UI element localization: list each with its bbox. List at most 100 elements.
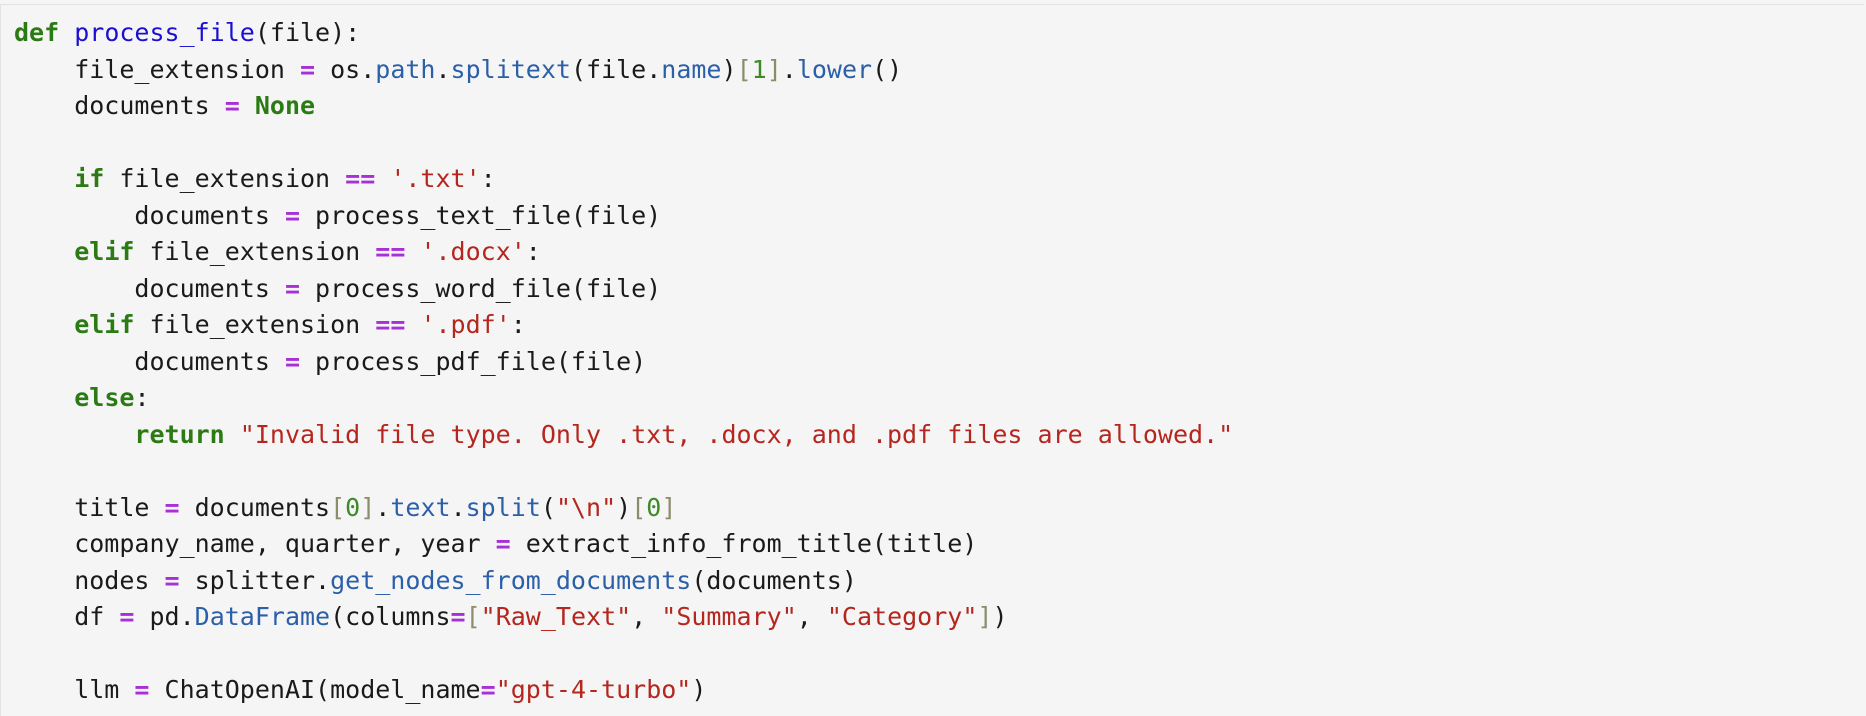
code-token: '.docx' xyxy=(420,237,526,266)
code-token: "Invalid file type. Only .txt, .docx, an… xyxy=(239,419,1234,449)
code-token: (documents) xyxy=(691,565,857,595)
code-token: "Raw_Text" xyxy=(480,602,632,631)
code-line: documents = process_word_file(file) xyxy=(14,271,1233,308)
code-token: [ xyxy=(465,602,481,631)
code-line: file_extension = os.path.splitext(file.n… xyxy=(14,52,1233,89)
code-token: "\n" xyxy=(555,492,617,522)
code-cell[interactable]: def process_file(file): file_extension =… xyxy=(0,4,1864,716)
code-token: os. xyxy=(315,54,376,84)
code-token: title xyxy=(14,492,165,522)
code-token: text xyxy=(390,492,451,522)
code-line: df = pd.DataFrame(columns=["Raw_Text", "… xyxy=(14,599,1233,636)
code-token: ) xyxy=(616,492,632,522)
code-token: ) xyxy=(992,602,1008,631)
code-line: elif file_extension == '.pdf': xyxy=(14,307,1233,344)
code-token: return xyxy=(134,419,225,449)
code-line: elif file_extension == '.docx': xyxy=(14,234,1233,271)
code-token: process_text_file(file) xyxy=(300,200,662,230)
code-token: nodes xyxy=(14,565,165,595)
code-token: : xyxy=(525,237,541,266)
code-token: def xyxy=(14,18,60,47)
code-token: (file): xyxy=(254,18,361,47)
code-token: lower xyxy=(796,54,873,84)
code-token: file_extension xyxy=(104,164,346,193)
code-token: documents xyxy=(14,200,285,230)
code-token: == xyxy=(375,237,406,266)
code-token: ] xyxy=(977,602,993,631)
code-token: = xyxy=(450,602,466,631)
code-token: . xyxy=(375,492,391,522)
code-token: = xyxy=(119,602,135,631)
code-token: = xyxy=(284,346,300,376)
code-token: file_extension xyxy=(134,237,376,266)
code-token: = xyxy=(495,529,511,558)
code-token: file_extension xyxy=(14,54,300,84)
code-line: nodes = splitter.get_nodes_from_document… xyxy=(14,563,1233,600)
code-token: 0 xyxy=(345,492,361,522)
code-token: , xyxy=(631,602,662,631)
code-token: df xyxy=(14,602,120,631)
code-token: '.pdf' xyxy=(420,310,511,339)
code-token: process_word_file(file) xyxy=(300,273,662,303)
code-token: ) xyxy=(691,675,707,704)
code-token: . xyxy=(435,54,451,84)
code-token: = xyxy=(284,200,300,230)
code-token: '.txt' xyxy=(390,164,481,193)
code-token: = xyxy=(224,91,240,120)
code-editor[interactable]: def process_file(file): file_extension =… xyxy=(14,15,1233,709)
code-token: == xyxy=(345,164,376,193)
code-token: elif xyxy=(74,310,135,339)
code-token: (columns xyxy=(330,602,451,631)
code-token: == xyxy=(375,310,406,339)
code-token: documents xyxy=(14,273,285,303)
code-token: 0 xyxy=(646,492,662,522)
code-token: process_file xyxy=(74,18,255,47)
code-token: [ xyxy=(330,492,346,522)
code-token: (file. xyxy=(570,54,662,84)
code-token: = xyxy=(480,675,496,704)
code-token: llm xyxy=(14,675,135,704)
code-token: ChatOpenAI(model_name xyxy=(149,675,481,704)
code-token: if xyxy=(74,164,105,193)
code-token: [ xyxy=(736,54,752,84)
code-token: name xyxy=(661,54,722,84)
code-line: llm = ChatOpenAI(model_name="gpt-4-turbo… xyxy=(14,672,1233,709)
code-line: company_name, quarter, year = extract_in… xyxy=(14,526,1233,563)
code-token: : xyxy=(480,164,496,193)
code-token: . xyxy=(450,492,466,522)
code-token: ] xyxy=(661,492,677,522)
code-token: documents xyxy=(179,492,331,522)
code-line: documents = None xyxy=(14,88,1233,125)
code-token: DataFrame xyxy=(194,602,331,631)
code-token: "Category" xyxy=(826,602,978,631)
code-token: = xyxy=(299,54,316,84)
code-token: documents xyxy=(14,91,225,120)
code-token: file_extension xyxy=(134,310,376,339)
code-token: 1 xyxy=(751,54,767,84)
code-token: split xyxy=(465,492,541,522)
code-token: = xyxy=(164,565,180,595)
code-token: ] xyxy=(766,54,782,84)
code-token: pd. xyxy=(134,602,195,631)
code-token: = xyxy=(134,675,150,704)
code-token: splitext xyxy=(450,54,571,84)
code-line: def process_file(file): xyxy=(14,15,1233,52)
code-line: return "Invalid file type. Only .txt, .d… xyxy=(14,417,1233,454)
code-token: documents xyxy=(14,346,285,376)
code-token: , xyxy=(796,602,827,631)
code-token: ] xyxy=(360,492,376,522)
code-line: if file_extension == '.txt': xyxy=(14,161,1233,198)
code-token: . xyxy=(781,54,797,84)
code-token: splitter. xyxy=(179,565,331,595)
